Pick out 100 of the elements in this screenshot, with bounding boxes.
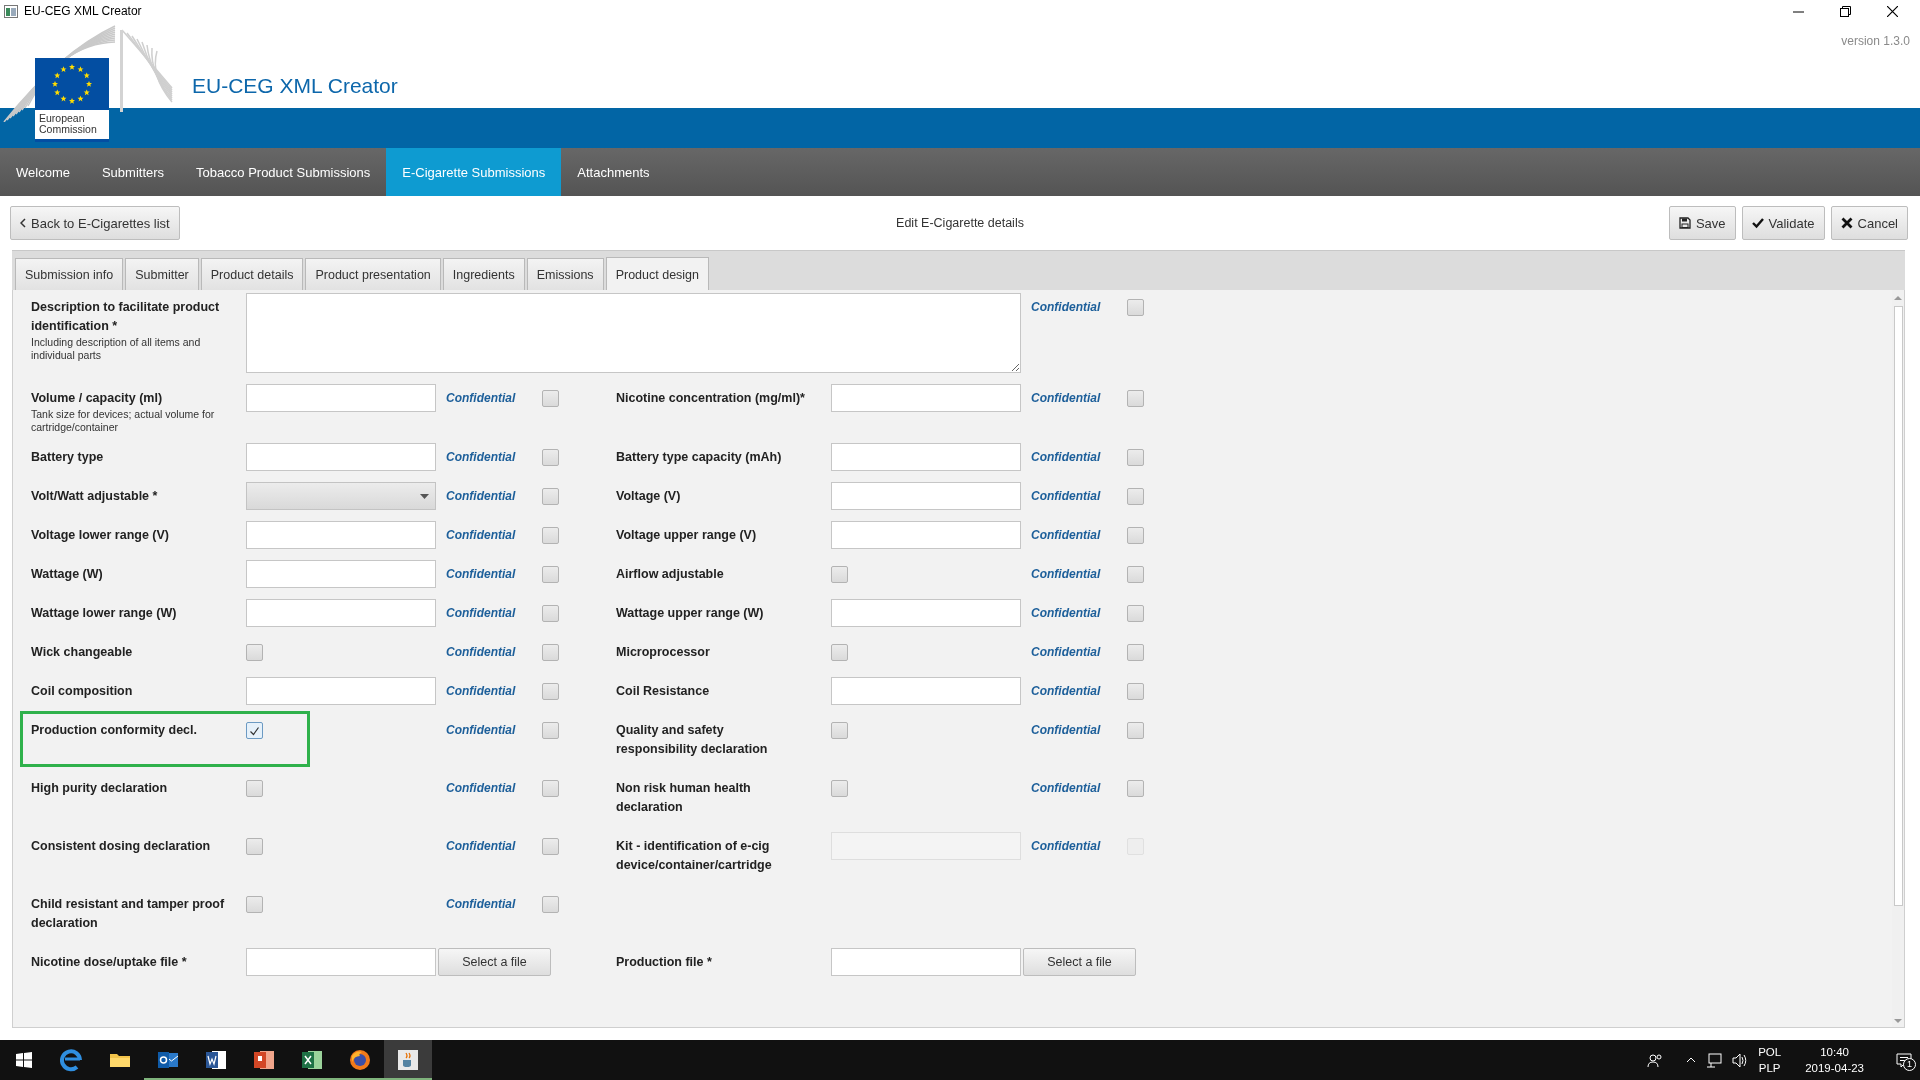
confidential-checkbox[interactable] bbox=[542, 605, 559, 622]
field-label: Volt/Watt adjustable * bbox=[31, 488, 159, 505]
field-label: Description to facilitate product identification * bbox=[31, 299, 221, 335]
tab[interactable]: Ingredients bbox=[442, 258, 525, 290]
checkbox[interactable] bbox=[831, 722, 848, 739]
input-field[interactable] bbox=[246, 560, 436, 588]
nav-tab[interactable]: Tobacco Product Submissions bbox=[180, 148, 387, 196]
confidential-checkbox[interactable] bbox=[542, 644, 559, 661]
confidential-checkbox[interactable] bbox=[542, 722, 559, 739]
confidential-checkbox[interactable] bbox=[1127, 566, 1144, 583]
cancel-button[interactable]: Cancel bbox=[1830, 206, 1908, 240]
input-field[interactable] bbox=[246, 948, 436, 976]
confidential-checkbox[interactable] bbox=[1127, 488, 1144, 505]
nav-tab[interactable]: Welcome bbox=[0, 148, 86, 196]
confidential-checkbox[interactable] bbox=[542, 390, 559, 407]
input-field[interactable] bbox=[831, 482, 1021, 510]
field-label: Nicotine dose/uptake file * bbox=[31, 954, 188, 971]
tab[interactable]: Emissions bbox=[526, 258, 604, 290]
chevron-up-icon[interactable] bbox=[1686, 1056, 1697, 1064]
field-label: Nicotine concentration (mg/ml)* bbox=[616, 390, 806, 407]
cup-icon bbox=[396, 1048, 420, 1072]
checkbox[interactable] bbox=[831, 780, 848, 797]
clock-date[interactable]: 2019-04-23 bbox=[1805, 1060, 1864, 1076]
confidential-checkbox[interactable] bbox=[542, 838, 559, 855]
close-icon[interactable] bbox=[1887, 5, 1898, 17]
field-label: Voltage (V) bbox=[616, 488, 682, 505]
tab[interactable]: Product presentation bbox=[305, 258, 441, 290]
input-field[interactable] bbox=[246, 384, 436, 412]
field-label: Voltage lower range (V) bbox=[31, 527, 170, 544]
field-label: Volume / capacity (ml) bbox=[31, 390, 164, 407]
field-label: Non risk human health declaration bbox=[616, 780, 752, 816]
confidential-checkbox[interactable] bbox=[1127, 527, 1144, 544]
confidential-checkbox[interactable] bbox=[1127, 605, 1144, 622]
confidential-checkbox[interactable] bbox=[542, 527, 559, 544]
field-label: Production file * bbox=[616, 954, 713, 971]
back-button[interactable]: Back to E-Cigarettes list bbox=[10, 206, 180, 240]
confidential-checkbox[interactable] bbox=[1127, 390, 1144, 407]
confidential-checkbox[interactable] bbox=[542, 449, 559, 466]
field-label: Wick changeable bbox=[31, 644, 134, 661]
input-field[interactable] bbox=[831, 443, 1021, 471]
input-field[interactable] bbox=[246, 521, 436, 549]
confidential-label: Confidential bbox=[446, 605, 516, 622]
checkbox[interactable] bbox=[246, 722, 263, 739]
confidential-checkbox[interactable] bbox=[542, 683, 559, 700]
confidential-label: Confidential bbox=[446, 566, 516, 583]
input-field[interactable] bbox=[831, 948, 1021, 976]
input-field[interactable] bbox=[831, 384, 1021, 412]
confidential-checkbox[interactable] bbox=[1127, 780, 1144, 797]
save-button[interactable]: Save bbox=[1668, 206, 1736, 240]
checkbox[interactable] bbox=[246, 896, 263, 913]
checkbox[interactable] bbox=[831, 644, 848, 661]
confidential-checkbox[interactable] bbox=[1127, 299, 1144, 316]
speaker-icon[interactable] bbox=[1732, 1052, 1749, 1068]
confidential-checkbox[interactable] bbox=[1127, 449, 1144, 466]
tab[interactable]: Submission info bbox=[15, 258, 124, 290]
window-title: EU-CEG XML Creator bbox=[24, 4, 142, 18]
input-field[interactable] bbox=[831, 599, 1021, 627]
checkbox[interactable] bbox=[831, 566, 848, 583]
select-file-button[interactable]: Select a file bbox=[438, 948, 551, 976]
checkbox[interactable] bbox=[246, 644, 263, 661]
confidential-checkbox[interactable] bbox=[542, 488, 559, 505]
confidential-label: Confidential bbox=[446, 449, 516, 466]
confidential-checkbox[interactable] bbox=[1127, 683, 1144, 700]
confidential-label: Confidential bbox=[1031, 605, 1101, 622]
text-area[interactable] bbox=[246, 293, 1021, 373]
input-field[interactable] bbox=[246, 443, 436, 471]
confidential-checkbox[interactable] bbox=[1127, 644, 1144, 661]
presentation-icon bbox=[252, 1048, 276, 1072]
network-icon[interactable] bbox=[1706, 1052, 1723, 1068]
version-label: version 1.3.0 bbox=[1841, 34, 1910, 48]
confidential-checkbox[interactable] bbox=[542, 566, 559, 583]
confidential-checkbox[interactable] bbox=[542, 780, 559, 797]
language-indicator[interactable]: POL bbox=[1758, 1044, 1782, 1060]
tab[interactable]: Product design bbox=[605, 257, 709, 291]
nav-tab[interactable]: Submitters bbox=[85, 148, 181, 196]
field-label: Wattage upper range (W) bbox=[616, 605, 765, 622]
confidential-checkbox[interactable] bbox=[1127, 722, 1144, 739]
clock-time[interactable]: 10:40 bbox=[1820, 1044, 1849, 1060]
notification-icon[interactable] bbox=[1896, 1052, 1912, 1068]
input-field[interactable] bbox=[831, 521, 1021, 549]
input-field[interactable] bbox=[831, 677, 1021, 705]
browser-icon bbox=[348, 1048, 372, 1072]
field-label: Airflow adjustable bbox=[616, 566, 725, 583]
people-icon[interactable] bbox=[1647, 1052, 1663, 1068]
confidential-checkbox[interactable] bbox=[542, 896, 559, 913]
validate-button[interactable]: Validate bbox=[1741, 206, 1825, 240]
tab[interactable]: Product details bbox=[200, 258, 304, 290]
dropdown-field[interactable] bbox=[246, 482, 436, 510]
select-file-button[interactable]: Select a file bbox=[1023, 948, 1136, 976]
nav-tab[interactable]: Attachments bbox=[561, 148, 666, 196]
keyboard-layout[interactable]: PLP bbox=[1758, 1060, 1781, 1076]
input-field[interactable] bbox=[246, 599, 436, 627]
confidential-label: Confidential bbox=[1031, 299, 1101, 316]
taskbar-button[interactable] bbox=[384, 1040, 432, 1080]
checkbox[interactable] bbox=[246, 838, 263, 855]
checkbox[interactable] bbox=[246, 780, 263, 797]
restore-icon[interactable] bbox=[1840, 5, 1851, 17]
confidential-label: Confidential bbox=[1031, 683, 1101, 700]
input-field[interactable] bbox=[246, 677, 436, 705]
tab[interactable]: Submitter bbox=[125, 258, 199, 290]
